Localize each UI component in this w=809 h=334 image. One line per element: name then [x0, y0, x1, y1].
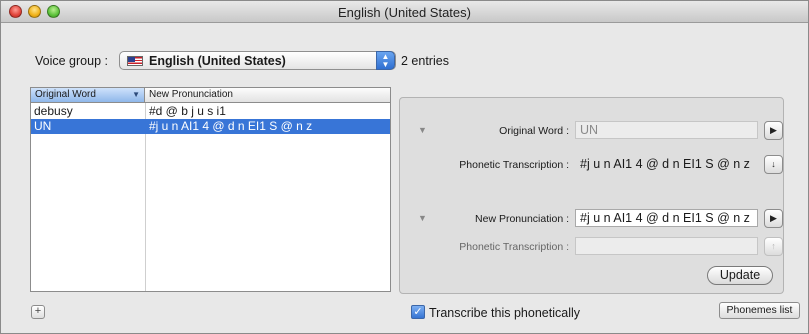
main-window: English (United States) Voice group : En…	[0, 0, 809, 334]
phonetic-transcription-2-field[interactable]	[575, 237, 758, 255]
up-arrow-icon: ↑	[771, 241, 776, 251]
title-bar: English (United States)	[1, 1, 808, 23]
phonetic-transcription-value: #j u n AI1 4 @ d n EI1 S @ n z	[575, 155, 758, 173]
copy-down-button[interactable]: ↓	[764, 155, 783, 174]
down-arrow-icon: ↓	[771, 159, 776, 169]
column-header-label: Original Word	[35, 89, 96, 100]
cell-original-word: debusy	[34, 104, 73, 118]
cell-new-pronunciation: #j u n AI1 4 @ d n EI1 S @ n z	[149, 119, 313, 133]
copy-up-button[interactable]: ↑	[764, 237, 783, 256]
table-header: Original Word ▼ New Pronunciation	[31, 88, 390, 103]
cell-new-pronunciation: #d @ b j u s i1	[149, 104, 226, 118]
voice-group-label: Voice group :	[35, 54, 108, 68]
cell-original-word: UN	[34, 119, 52, 133]
phonemes-list-button[interactable]: Phonemes list	[719, 302, 800, 319]
column-header-label: New Pronunciation	[149, 89, 233, 100]
transcribe-label: Transcribe this phonetically	[429, 306, 580, 320]
phonetic-transcription-label: Phonetic Transcription :	[459, 159, 569, 171]
add-entry-button[interactable]: +	[31, 305, 45, 319]
play-new-button[interactable]: ▶	[764, 209, 783, 228]
transcribe-checkbox[interactable]: ✓	[411, 305, 425, 319]
new-pronunciation-label: New Pronunciation :	[475, 213, 569, 225]
voice-group-select[interactable]: English (United States) ▲ ▼	[119, 51, 396, 70]
table-row-selected[interactable]: UN #j u n AI1 4 @ d n EI1 S @ n z	[31, 119, 390, 134]
popup-arrows-icon: ▲ ▼	[376, 51, 395, 70]
play-icon: ▶	[770, 125, 777, 135]
dictionary-table[interactable]: Original Word ▼ New Pronunciation debusy…	[30, 87, 391, 292]
window-title: English (United States)	[338, 5, 471, 20]
us-flag-icon	[127, 56, 143, 66]
entry-editor-panel: ▼ Original Word : UN ▶ Phonetic Transcri…	[399, 97, 784, 294]
entries-count: 2 entries	[401, 54, 449, 68]
new-pronunciation-field[interactable]: #j u n AI1 4 @ d n EI1 S @ n z	[575, 209, 758, 227]
sort-descending-icon: ▼	[132, 90, 140, 99]
original-word-label: Original Word :	[499, 125, 569, 137]
column-header-new-pronunciation[interactable]: New Pronunciation	[146, 88, 233, 102]
update-button[interactable]: Update	[707, 266, 773, 285]
play-original-button[interactable]: ▶	[764, 121, 783, 140]
original-word-field[interactable]: UN	[575, 121, 758, 139]
table-row[interactable]: debusy #d @ b j u s i1	[31, 104, 390, 119]
voice-group-value: English (United States)	[149, 54, 286, 68]
column-header-original-word[interactable]: Original Word ▼	[31, 88, 145, 102]
phonetic-transcription-2-label: Phonetic Transcription :	[459, 241, 569, 253]
checkmark-icon: ✓	[413, 306, 423, 318]
play-icon: ▶	[770, 213, 777, 223]
